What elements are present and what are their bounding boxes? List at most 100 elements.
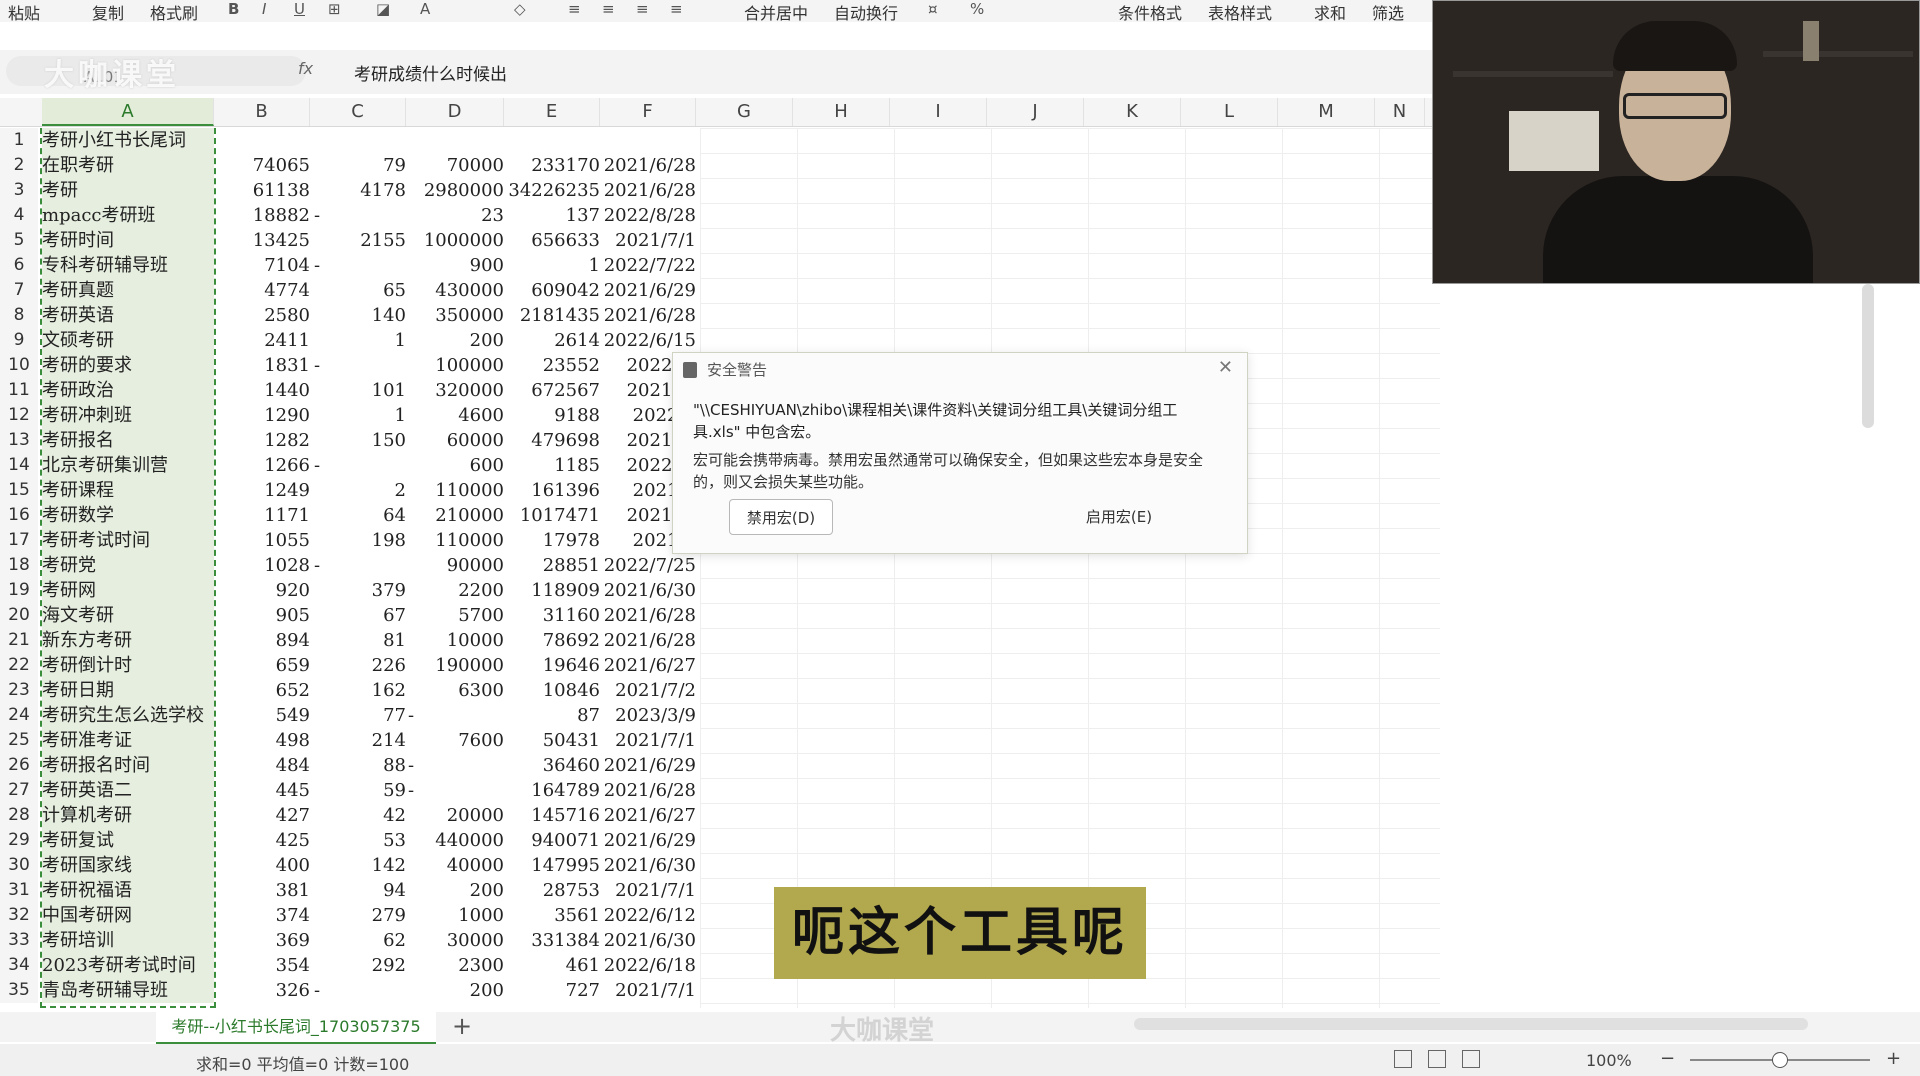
horizontal-scrollbar[interactable] — [1134, 1018, 1808, 1030]
cell-f[interactable]: 2021/6/29 — [600, 753, 696, 778]
cell-f[interactable]: 2022/7/25 — [600, 553, 696, 578]
enable-macros-button[interactable]: 启用宏(E) — [1057, 499, 1181, 535]
cell-c-dash[interactable]: - — [314, 353, 334, 378]
merge-center-button[interactable]: 合并居中 — [744, 0, 808, 24]
cell-b[interactable]: 894 — [214, 628, 310, 653]
cell-c[interactable]: 65 — [310, 278, 406, 303]
paste-button[interactable]: 粘贴 — [8, 0, 40, 24]
cell-d[interactable]: 430000 — [406, 278, 504, 303]
align-right-icon[interactable]: ≡ — [636, 0, 649, 18]
row-number[interactable]: 19 — [0, 578, 38, 603]
underline-icon[interactable]: U — [294, 0, 305, 18]
cell-d[interactable]: 320000 — [406, 378, 504, 403]
cell-f[interactable]: 2021/6/27 — [600, 653, 696, 678]
cell-b[interactable]: 374 — [214, 903, 310, 928]
column-header-c[interactable]: C — [310, 98, 406, 126]
column-header-g[interactable]: G — [696, 98, 793, 126]
row-number[interactable]: 26 — [0, 753, 38, 778]
select-all-corner[interactable] — [0, 98, 38, 126]
cell-c[interactable]: 94 — [310, 878, 406, 903]
cell-c-dash[interactable]: - — [314, 203, 334, 228]
zoom-out-icon[interactable]: − — [1660, 1048, 1675, 1069]
cell-d[interactable]: 900 — [406, 253, 504, 278]
cell-d[interactable]: 1000 — [406, 903, 504, 928]
cell-d[interactable]: 1000000 — [406, 228, 504, 253]
cell-e[interactable]: 1017471 — [504, 503, 600, 528]
zoom-in-icon[interactable]: + — [1886, 1048, 1901, 1069]
cell-b[interactable]: 61138 — [214, 178, 310, 203]
cell-c[interactable] — [310, 128, 406, 153]
cell-d[interactable]: 70000 — [406, 153, 504, 178]
add-sheet-button[interactable]: + — [452, 1012, 472, 1040]
cell-d-dash[interactable]: - — [408, 703, 428, 728]
cell-d[interactable]: 23 — [406, 203, 504, 228]
page-break-view-icon[interactable] — [1462, 1050, 1480, 1068]
cell-d[interactable]: 440000 — [406, 828, 504, 853]
cell-f[interactable]: 2022/6/12 — [600, 903, 696, 928]
row-number[interactable]: 5 — [0, 228, 38, 253]
column-header-f[interactable]: F — [600, 98, 696, 126]
cell-b[interactable]: 1249 — [214, 478, 310, 503]
cell-e[interactable]: 2614 — [504, 328, 600, 353]
cell-c[interactable]: 81 — [310, 628, 406, 653]
cell-e[interactable]: 609042 — [504, 278, 600, 303]
column-header-m[interactable]: M — [1278, 98, 1375, 126]
cell-e[interactable]: 50431 — [504, 728, 600, 753]
row-number[interactable]: 14 — [0, 453, 38, 478]
cell-e[interactable]: 161396 — [504, 478, 600, 503]
cell-f[interactable]: 2021/6/29 — [600, 828, 696, 853]
column-header-j[interactable]: J — [987, 98, 1084, 126]
cell-c[interactable]: 101 — [310, 378, 406, 403]
cell-c[interactable]: 4178 — [310, 178, 406, 203]
cell-d-dash[interactable]: - — [408, 778, 428, 803]
cell-f[interactable]: 2021/7/1 — [600, 728, 696, 753]
eraser-icon[interactable]: ◇ — [514, 0, 526, 18]
fx-icon[interactable]: fx — [298, 59, 313, 78]
cell-d[interactable]: 200 — [406, 328, 504, 353]
cell-c[interactable]: 1 — [310, 403, 406, 428]
cell-e[interactable]: 1 — [504, 253, 600, 278]
cell-c[interactable]: 62 — [310, 928, 406, 953]
copy-button[interactable]: 复制 — [92, 0, 124, 24]
row-number[interactable]: 20 — [0, 603, 38, 628]
cell-e[interactable]: 672567 — [504, 378, 600, 403]
column-header-l[interactable]: L — [1181, 98, 1278, 126]
cell-b[interactable]: 427 — [214, 803, 310, 828]
row-number[interactable]: 15 — [0, 478, 38, 503]
zoom-level[interactable]: 100% — [1586, 1051, 1632, 1070]
row-number[interactable]: 29 — [0, 828, 38, 853]
row-number[interactable]: 23 — [0, 678, 38, 703]
row-number[interactable]: 8 — [0, 303, 38, 328]
cell-e[interactable]: 233170 — [504, 153, 600, 178]
close-icon[interactable]: ✕ — [1218, 357, 1233, 378]
cell-c-dash[interactable]: - — [314, 253, 334, 278]
cell-d[interactable]: 200 — [406, 978, 504, 1003]
format-painter-button[interactable]: 格式刷 — [150, 0, 198, 24]
row-number[interactable]: 32 — [0, 903, 38, 928]
bold-icon[interactable]: B — [228, 0, 239, 18]
cell-e[interactable]: 3561 — [504, 903, 600, 928]
cell-f[interactable]: 2021/6/27 — [600, 803, 696, 828]
row-number[interactable]: 3 — [0, 178, 38, 203]
cell-b[interactable]: 326 — [214, 978, 310, 1003]
cell-b[interactable] — [214, 128, 310, 153]
cell-d[interactable]: 190000 — [406, 653, 504, 678]
cell-f[interactable]: 2021/6/28 — [600, 603, 696, 628]
row-number[interactable]: 9 — [0, 328, 38, 353]
cell-b[interactable]: 652 — [214, 678, 310, 703]
cell-e[interactable]: 23552 — [504, 353, 600, 378]
align-left-icon[interactable]: ≡ — [568, 0, 581, 18]
cell-c[interactable]: 64 — [310, 503, 406, 528]
cell-f[interactable]: 2021/6/30 — [600, 928, 696, 953]
cell-e[interactable]: 28851 — [504, 553, 600, 578]
cell-b[interactable]: 1028 — [214, 553, 310, 578]
row-number[interactable]: 33 — [0, 928, 38, 953]
italic-icon[interactable]: I — [262, 0, 266, 18]
row-number[interactable]: 11 — [0, 378, 38, 403]
cell-e[interactable]: 1185 — [504, 453, 600, 478]
cell-c-dash[interactable]: - — [314, 453, 334, 478]
cell-b[interactable]: 354 — [214, 953, 310, 978]
cell-e[interactable]: 145716 — [504, 803, 600, 828]
cell-e[interactable]: 137 — [504, 203, 600, 228]
cell-f[interactable]: 2021/6/30 — [600, 578, 696, 603]
